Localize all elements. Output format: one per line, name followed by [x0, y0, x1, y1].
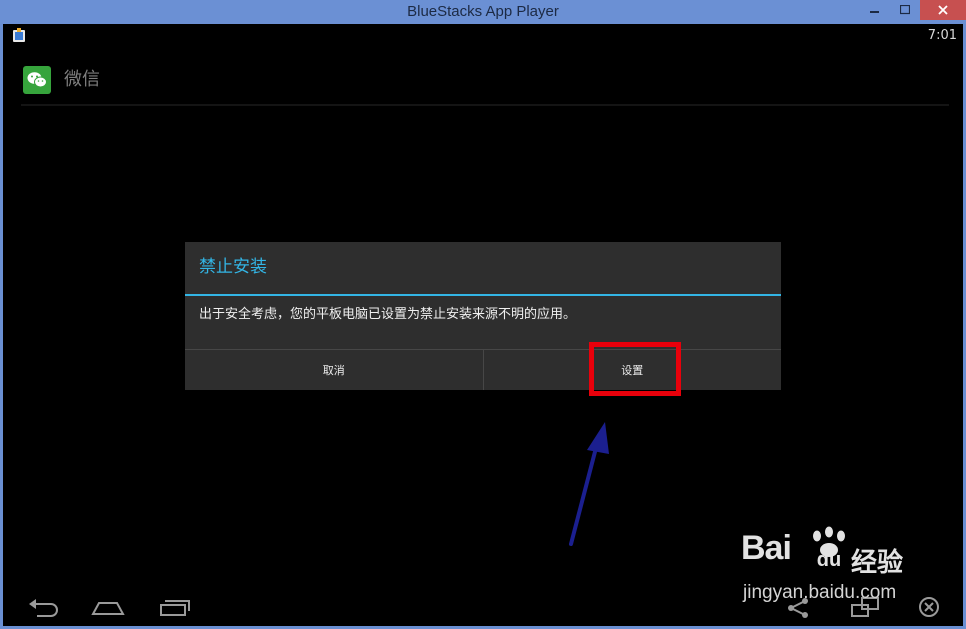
dialog-message: 出于安全考虑，您的平板电脑已设置为禁止安装来源不明的应用。 — [199, 307, 577, 322]
status-bar: 7:01 — [3, 24, 963, 48]
watermark-product: 经验 — [851, 548, 904, 578]
status-clock: 7:01 — [927, 28, 957, 43]
minimize-icon[interactable] — [860, 0, 890, 20]
window-titlebar: BlueStacks App Player — [0, 0, 966, 24]
watermark-brand-suffix: du — [817, 549, 841, 571]
window-controls — [860, 0, 966, 20]
pointer-arrow-icon — [569, 422, 609, 546]
baidu-paw-icon: du — [813, 526, 845, 571]
install-blocked-dialog: 禁止安装 出于安全考虑，您的平板电脑已设置为禁止安装来源不明的应用。 取消 设置 — [185, 242, 781, 390]
action-bar: 微信 — [3, 56, 963, 104]
close-icon[interactable] — [920, 0, 966, 20]
window-title: BlueStacks App Player — [407, 3, 559, 20]
share-icon[interactable] — [779, 594, 819, 618]
dialog-title: 禁止安装 — [199, 257, 267, 277]
dialog-buttons: 取消 设置 — [185, 350, 781, 390]
android-screen: 7:01 微信 禁止安装 出于安全考虑，您的平板电脑已设置为禁止安装来源不明的应… — [3, 24, 963, 626]
multi-window-icon[interactable] — [846, 594, 886, 618]
wechat-icon[interactable] — [23, 66, 51, 94]
watermark-brand: Bai — [741, 529, 792, 567]
maximize-icon[interactable] — [890, 0, 920, 20]
home-icon[interactable] — [88, 594, 128, 618]
close-app-icon[interactable] — [913, 594, 953, 618]
settings-button[interactable]: 设置 — [484, 350, 782, 390]
bluestacks-app-icon — [13, 28, 25, 42]
dialog-title-divider — [185, 294, 781, 296]
actionbar-divider — [21, 104, 949, 106]
navigation-bar — [3, 588, 963, 626]
cancel-button[interactable]: 取消 — [185, 350, 483, 390]
app-title: 微信 — [64, 69, 100, 90]
recent-apps-icon[interactable] — [156, 594, 196, 618]
back-icon[interactable] — [23, 594, 63, 618]
